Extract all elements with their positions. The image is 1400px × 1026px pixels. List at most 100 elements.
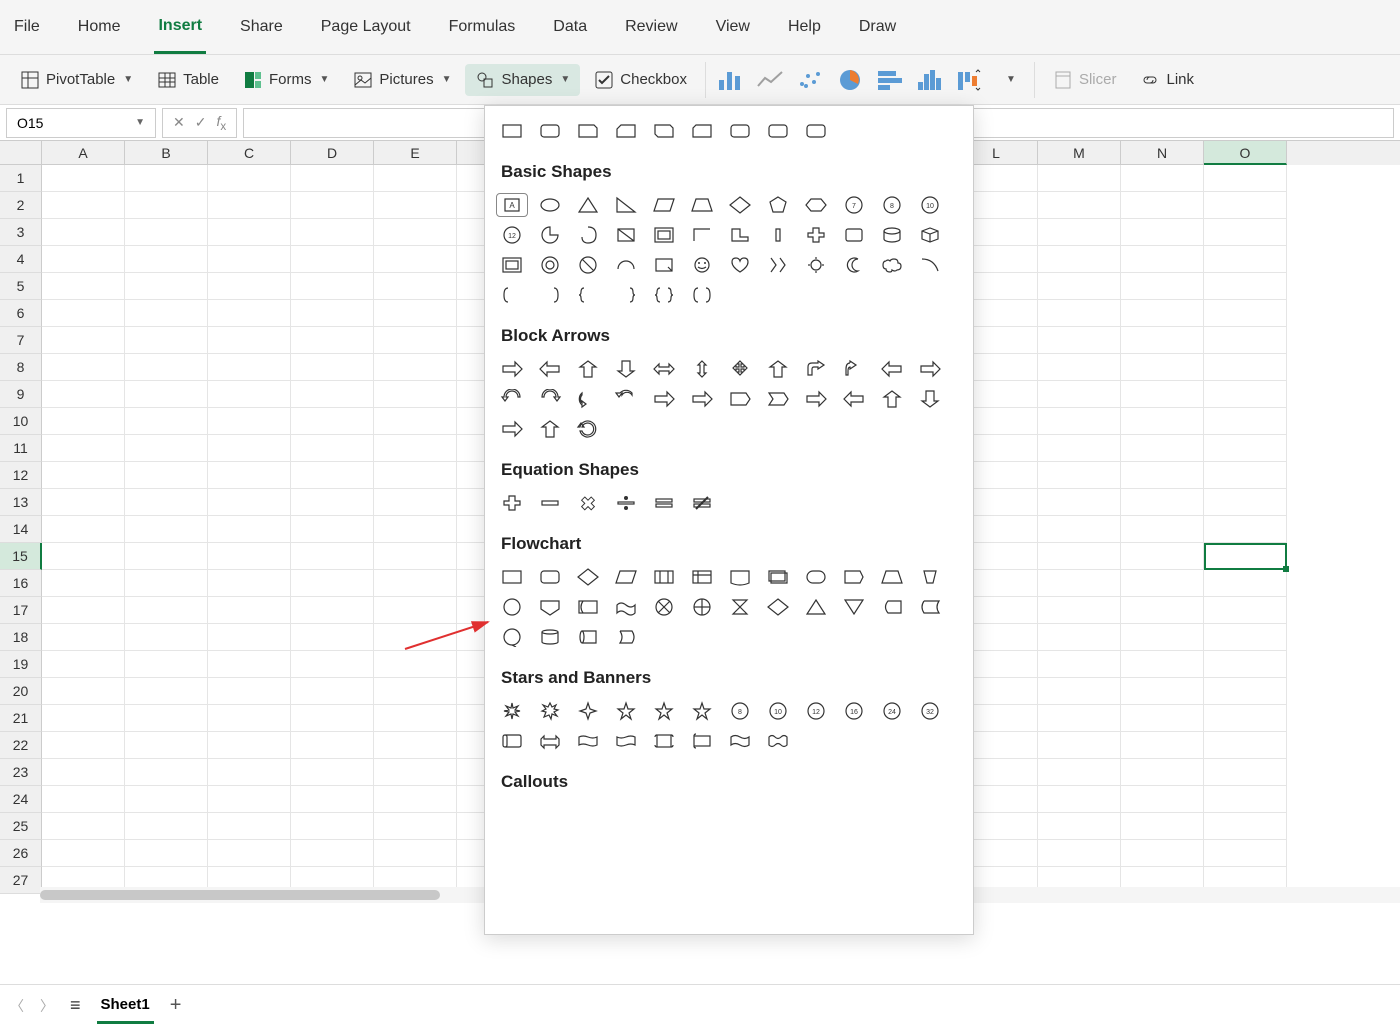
enter-icon[interactable]: ✓ [195,114,207,131]
cell[interactable] [208,489,291,516]
cell[interactable] [1038,813,1121,840]
cell[interactable] [125,354,208,381]
cell[interactable] [291,192,374,219]
shape-pentagon[interactable] [763,194,793,216]
shape-flow-manualinput[interactable] [877,566,907,588]
pie-chart-icon[interactable] [832,62,868,98]
shape-brackets[interactable] [687,284,717,306]
shape-arrow-callout-u[interactable] [877,388,907,410]
shape-arrow-pentagon[interactable] [725,388,755,410]
cell[interactable] [1038,516,1121,543]
cell[interactable] [291,597,374,624]
cell[interactable] [1121,597,1204,624]
shape-star5[interactable] [611,700,641,722]
cell[interactable] [291,516,374,543]
shape-bevel[interactable] [497,254,527,276]
cell[interactable] [374,840,457,867]
menu-pagelayout[interactable]: Page Layout [317,2,415,52]
shape-flow-storeddata[interactable] [877,596,907,618]
shape-explosion2[interactable] [535,700,565,722]
cell[interactable] [1204,786,1287,813]
shape-arrow-callout-l[interactable] [839,388,869,410]
shape-round2[interactable] [763,120,793,142]
shape-oval[interactable] [535,194,565,216]
shape-wave[interactable] [725,730,755,752]
cell[interactable] [42,813,125,840]
shape-eq-plus[interactable] [497,492,527,514]
fx-icon[interactable]: fx [216,113,226,133]
shape-flow-multidoc[interactable] [763,566,793,588]
cell[interactable] [1038,354,1121,381]
cell[interactable] [208,273,291,300]
shape-arrow-uturn[interactable] [839,358,869,380]
cell[interactable] [1038,570,1121,597]
cell[interactable] [1038,435,1121,462]
cell[interactable] [374,435,457,462]
shape-eq-multiply[interactable] [573,492,603,514]
row-header-9[interactable]: 9 [0,381,42,408]
cell[interactable] [374,381,457,408]
shape-eq-notequal[interactable] [687,492,717,514]
shape-arrow-circular[interactable] [573,418,603,440]
cell[interactable] [1121,462,1204,489]
shape-arrow-leftright[interactable] [649,358,679,380]
pictures-button[interactable]: Pictures▼ [343,64,461,96]
cell[interactable] [1204,678,1287,705]
shape-arrow-down[interactable] [611,358,641,380]
cell[interactable] [291,462,374,489]
cell[interactable] [125,732,208,759]
cell[interactable] [1204,165,1287,192]
cell[interactable] [374,408,457,435]
cell[interactable] [42,462,125,489]
cell[interactable] [374,813,457,840]
shape-trapezoid[interactable] [687,194,717,216]
cell[interactable] [1038,624,1121,651]
shape-flow-document[interactable] [725,566,755,588]
shape-octagon[interactable]: 8 [877,194,907,216]
shape-lshape[interactable] [687,224,717,246]
cell[interactable] [208,300,291,327]
row-header-7[interactable]: 7 [0,327,42,354]
cell[interactable] [1121,165,1204,192]
cell[interactable] [125,246,208,273]
shape-can[interactable] [877,224,907,246]
row-header-16[interactable]: 16 [0,570,42,597]
cell[interactable] [291,543,374,570]
shapes-button[interactable]: Shapes▼ [465,64,580,96]
next-sheet-button[interactable]: 〉 [40,996,54,1016]
row-header-13[interactable]: 13 [0,489,42,516]
menu-data[interactable]: Data [549,2,591,52]
cell[interactable] [125,624,208,651]
menu-help[interactable]: Help [784,2,825,52]
cell[interactable] [125,165,208,192]
cell[interactable] [1038,705,1121,732]
cell[interactable] [1121,651,1204,678]
shape-cube[interactable] [915,224,945,246]
row-header-14[interactable]: 14 [0,516,42,543]
cell[interactable] [1038,678,1121,705]
cell[interactable] [1204,381,1287,408]
cell[interactable] [1204,543,1287,570]
cell[interactable] [42,840,125,867]
cell[interactable] [1038,327,1121,354]
shape-arrow-leftup[interactable] [877,358,907,380]
cell[interactable] [1204,759,1287,786]
cell[interactable] [208,759,291,786]
shape-diamond[interactable] [725,194,755,216]
shape-arrow-bent1[interactable] [763,358,793,380]
more-charts-button[interactable]: ▼ [992,62,1028,98]
shape-chord[interactable] [611,224,641,246]
cell[interactable] [1038,246,1121,273]
cell[interactable] [1204,435,1287,462]
col-header-B[interactable]: B [125,141,208,165]
shape-arrow-left[interactable] [535,358,565,380]
cell[interactable] [208,624,291,651]
cell[interactable] [1121,192,1204,219]
shape-flow-display[interactable] [611,626,641,648]
cell[interactable] [125,300,208,327]
cell[interactable] [42,651,125,678]
cell[interactable] [42,678,125,705]
shape-diagstripe[interactable] [763,224,793,246]
shape-triangle[interactable] [573,194,603,216]
shape-arrow-updown[interactable] [687,358,717,380]
